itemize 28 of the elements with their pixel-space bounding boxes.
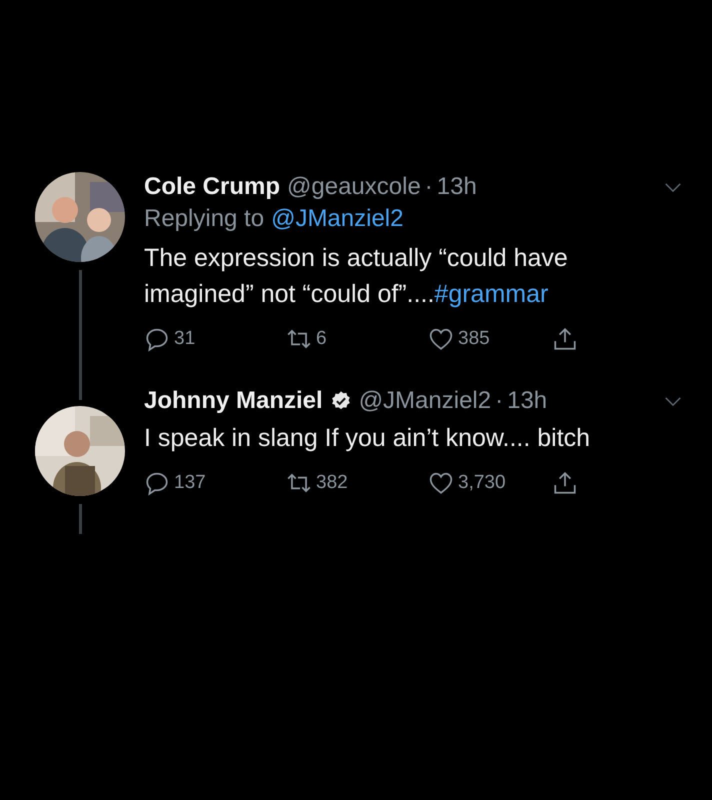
chevron-down-icon[interactable] [664, 396, 682, 406]
share-icon[interactable] [552, 326, 578, 352]
like-count: 385 [458, 328, 490, 350]
reply-icon[interactable] [144, 326, 170, 352]
heart-icon[interactable] [428, 470, 454, 496]
heart-icon[interactable] [428, 326, 454, 352]
mention-link[interactable]: @JManziel2 [271, 202, 404, 236]
chevron-down-icon[interactable] [664, 182, 682, 192]
user-name[interactable]: Cole Crump [144, 172, 280, 202]
share-icon[interactable] [552, 470, 578, 496]
reply-count: 137 [174, 472, 206, 494]
user-handle: @geauxcole [287, 172, 421, 202]
reply-icon[interactable] [144, 470, 170, 496]
retweet-count: 6 [316, 328, 327, 350]
thread-line [78, 504, 82, 534]
separator-dot: · [424, 172, 433, 202]
post-time: 13h [436, 172, 477, 202]
post-time: 13h [507, 386, 548, 416]
hashtag-link[interactable]: #grammar [434, 280, 548, 308]
tweet-text: The expression is actually “could have imagined” not “could of”....#grammar [144, 243, 569, 310]
separator-dot: · [495, 386, 504, 416]
like-count: 3,730 [458, 472, 506, 494]
user-handle: @JManziel2 [358, 386, 492, 416]
tweet-text: I speak in slang If you ain’t know.... bitch [144, 423, 592, 454]
user-name[interactable]: Johnny Manziel [144, 386, 323, 416]
retweet-count: 382 [316, 472, 348, 494]
reply-count: 31 [174, 328, 196, 350]
replying-label: Replying to [144, 204, 264, 234]
